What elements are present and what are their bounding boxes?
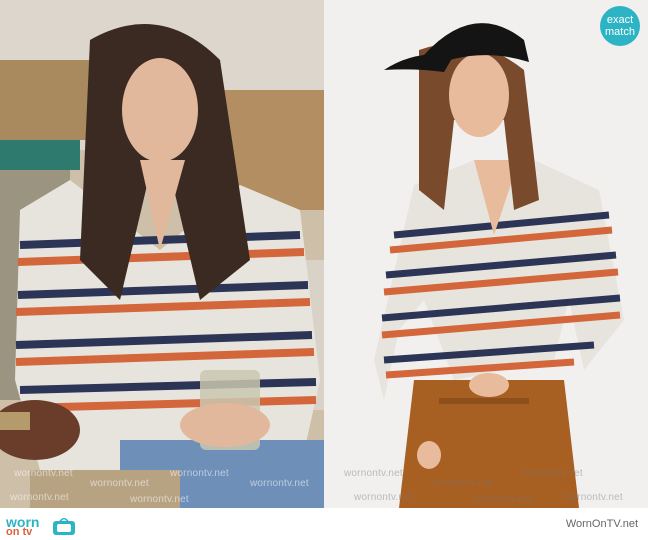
badge-line-1: exact bbox=[606, 14, 634, 26]
watermark-text: wornontv.net bbox=[130, 494, 189, 505]
watermark-text: wornontv.net bbox=[250, 478, 309, 489]
watermark-text: wornontv.net bbox=[344, 468, 403, 479]
right-photo-illustration bbox=[324, 0, 648, 508]
watermark-text: wornontv.net bbox=[90, 478, 149, 489]
logo-text-on-tv: on tv bbox=[6, 526, 33, 538]
watermark-text: wornontv.net bbox=[434, 478, 493, 489]
watermark-text: wornontv.net bbox=[10, 492, 69, 503]
exact-match-badge: exact match bbox=[600, 6, 640, 46]
watermark-text: wornontv.net bbox=[14, 468, 73, 479]
tv-icon bbox=[53, 518, 75, 535]
badge-line-2: match bbox=[605, 26, 635, 38]
left-photo-illustration bbox=[0, 0, 324, 508]
watermark-text: wornontv.net bbox=[564, 492, 623, 503]
watermark-text: wornontv.net bbox=[524, 468, 583, 479]
left-photo: wornontv.net wornontv.net wornontv.net w… bbox=[0, 0, 324, 508]
right-photo: wornontv.net wornontv.net wornontv.net w… bbox=[324, 0, 648, 508]
wornontv-logo[interactable]: worn on tv bbox=[6, 514, 86, 538]
watermark-text: wornontv.net bbox=[354, 492, 413, 503]
watermark-text: wornontv.net bbox=[474, 494, 533, 505]
footer-bar: worn on tv WornOnTV.net bbox=[0, 508, 648, 540]
watermark-text: wornontv.net bbox=[170, 468, 229, 479]
site-name[interactable]: WornOnTV.net bbox=[566, 518, 638, 530]
